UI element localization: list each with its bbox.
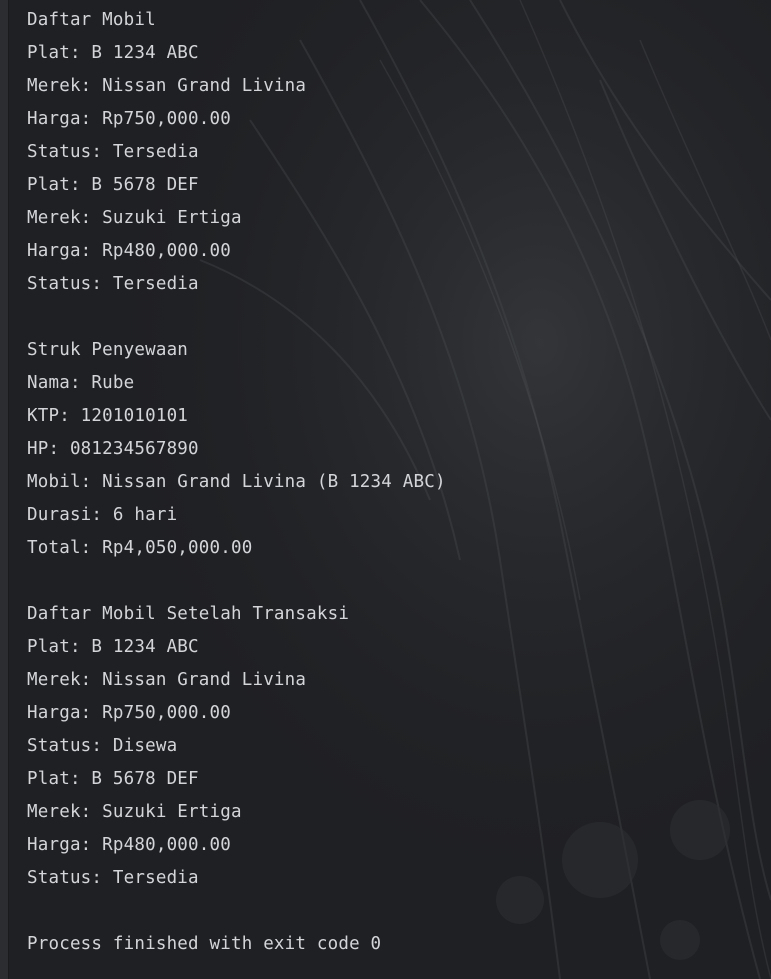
console-line: Struk Penyewaan — [27, 340, 189, 360]
console-line: Merek: Nissan Grand Livina — [27, 76, 307, 96]
console-line: Plat: B 5678 DEF — [27, 769, 199, 789]
console-line: Harga: Rp480,000.00 — [27, 835, 231, 855]
console-line: Harga: Rp480,000.00 — [27, 241, 231, 261]
console-line: Merek: Nissan Grand Livina — [27, 670, 307, 690]
console-line: Plat: B 5678 DEF — [27, 175, 199, 195]
console-line: Daftar Mobil Setelah Transaksi — [27, 604, 350, 624]
console-line: Nama: Rube — [27, 373, 135, 393]
console-line: Durasi: 6 hari — [27, 505, 178, 525]
console-line: Plat: B 1234 ABC — [27, 637, 199, 657]
console-line: Total: Rp4,050,000.00 — [27, 538, 253, 558]
console-line: Status: Tersedia — [27, 142, 199, 162]
console-line: Status: Tersedia — [27, 868, 199, 888]
console-line: Daftar Mobil — [27, 10, 156, 30]
process-exit-message: Process finished with exit code 0 — [27, 934, 382, 954]
console-line: KTP: 1201010101 — [27, 406, 189, 426]
run-console-output: Daftar Mobil Plat: B 1234 ABC Merek: Nis… — [27, 4, 446, 961]
console-line: Merek: Suzuki Ertiga — [27, 802, 242, 822]
console-line: Plat: B 1234 ABC — [27, 43, 199, 63]
console-line: Mobil: Nissan Grand Livina (B 1234 ABC) — [27, 472, 446, 492]
console-line: Status: Tersedia — [27, 274, 199, 294]
console-line: HP: 081234567890 — [27, 439, 199, 459]
console-line: Harga: Rp750,000.00 — [27, 109, 231, 129]
console-line: Merek: Suzuki Ertiga — [27, 208, 242, 228]
console-line: Status: Disewa — [27, 736, 178, 756]
console-line: Harga: Rp750,000.00 — [27, 703, 231, 723]
gutter-strip — [0, 0, 9, 979]
